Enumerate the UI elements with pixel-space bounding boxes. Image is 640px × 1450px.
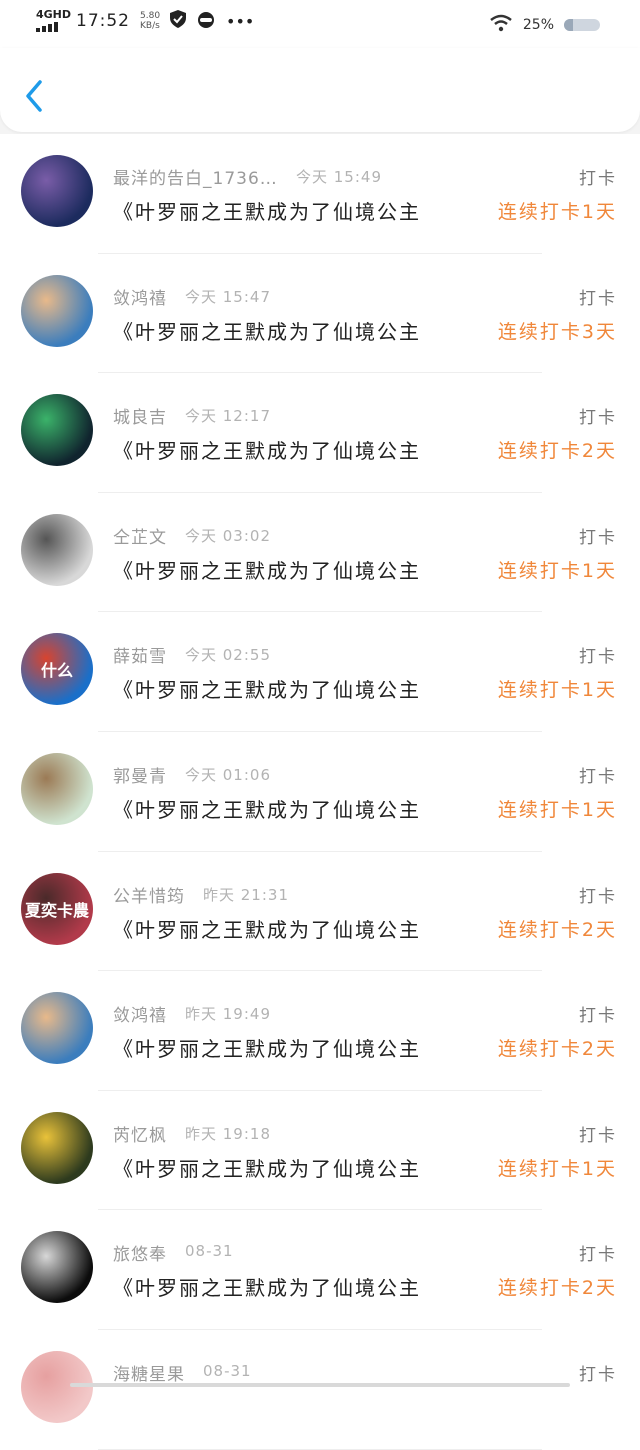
battery-percent: 25% — [522, 17, 554, 33]
post-time: 08-31 — [185, 1242, 234, 1261]
list-item[interactable]: 海糖星果 08-31 打卡 — [0, 1330, 640, 1450]
list-item[interactable]: 敛鸿禧 昨天 19:49 《叶罗丽之王默成为了仙境公主 打卡连续打卡2天 — [0, 971, 640, 1091]
post-title: 《叶罗丽之王默成为了仙境公主 — [113, 678, 421, 703]
checkin-tag: 打卡 — [579, 1125, 617, 1146]
streak-label: 连续打卡1天 — [497, 1157, 617, 1180]
list-item[interactable]: 什么 薛茹雪 今天 02:55 《叶罗丽之王默成为了仙境公主 打卡连续打卡1天 — [0, 612, 640, 732]
network-speed: 5.80 KB/s — [140, 11, 160, 31]
checkin-list: 最洋的告白_1736… 今天 15:49 《叶罗丽之王默成为了仙境公主 打卡 连续打卡1… — [0, 134, 640, 1450]
wifi-icon — [489, 14, 513, 36]
post-time: 昨天 21:31 — [203, 885, 289, 904]
network-indicator: 4GHD — [36, 8, 72, 32]
avatar[interactable] — [21, 1111, 93, 1184]
list-item[interactable]: 芮忆枫 昨天 19:18 《叶罗丽之王默成为了仙境公主 打卡连续打卡1天 — [0, 1091, 640, 1211]
post-title: 《叶罗丽之王默成为了仙境公主 — [113, 558, 421, 583]
user-name: 仝芷文 — [113, 527, 167, 548]
user-name: 城良吉 — [113, 408, 167, 429]
streak-label: 连续打卡1天 — [497, 559, 617, 582]
post-time: 今天 12:17 — [185, 407, 271, 426]
avatar-text: 什么 — [40, 661, 73, 681]
avatar[interactable] — [21, 752, 93, 825]
avatar[interactable] — [21, 513, 93, 586]
checkin-tag: 打卡 — [579, 886, 617, 907]
avatar[interactable]: 夏奕卡農 — [21, 872, 93, 945]
streak-label: 连续打卡1天 — [497, 798, 617, 821]
post-title: 《叶罗丽之王默成为了仙境公主 — [113, 319, 421, 344]
list-item[interactable]: 敛鸿禧 今天 15:47 《叶罗丽之王默成为了仙境公主 打卡连续打卡3天 — [0, 254, 640, 374]
checkin-tag: 打卡 — [579, 408, 617, 429]
clock: 17:52 — [76, 11, 130, 31]
post-title: 《叶罗丽之王默成为了仙境公主 — [113, 1156, 421, 1181]
post-title: 《叶罗丽之王默成为了仙境公主 — [113, 1037, 421, 1062]
checkin-tag: 打卡 — [579, 647, 617, 668]
list-item[interactable]: 郭曼青 今天 01:06 《叶罗丽之王默成为了仙境公主 打卡连续打卡1天 — [0, 732, 640, 852]
avatar[interactable] — [21, 274, 93, 347]
post-title: 《叶罗丽之王默成为了仙境公主 — [113, 797, 421, 822]
streak-label: 连续打卡1天 — [497, 201, 617, 223]
post-title: 《叶罗丽之王默成为了仙境公主 — [113, 1276, 421, 1301]
streak-label: 连续打卡2天 — [497, 918, 617, 941]
scroll-indicator — [70, 1383, 570, 1387]
checkin-tag: 打卡 — [579, 527, 617, 548]
shield-icon — [170, 10, 187, 32]
user-name: 敛鸿禧 — [113, 1006, 167, 1027]
user-name: 薛茹雪 — [113, 647, 167, 668]
list-item[interactable]: 最洋的告白_1736… 今天 15:49 《叶罗丽之王默成为了仙境公主 打卡连续打卡1… — [0, 134, 640, 254]
checkin-tag: 打卡 — [579, 1006, 617, 1027]
network-type: 4GHD — [36, 8, 72, 21]
divider — [98, 1448, 542, 1450]
post-title: 《叶罗丽之王默成为了仙境公主 — [113, 200, 421, 224]
post-time: 昨天 19:18 — [185, 1124, 271, 1143]
speed-unit: KB/s — [140, 21, 160, 31]
post-title: 《叶罗丽之王默成为了仙境公主 — [113, 917, 421, 942]
list-item[interactable]: 夏奕卡農 公羊惜筠 昨天 21:31 《叶罗丽之王默成为了仙境公主 打卡连续打卡2天 — [0, 852, 640, 972]
chevron-left-icon — [26, 80, 42, 112]
avatar[interactable] — [21, 1231, 93, 1304]
list-item[interactable]: 旅悠奉 08-31 《叶罗丽之王默成为了仙境公主 打卡连续打卡2天 — [0, 1210, 640, 1330]
post-title: 《叶罗丽之王默成为了仙境公主 — [113, 439, 421, 464]
post-time: 今天 01:06 — [185, 765, 271, 784]
back-button[interactable] — [18, 76, 50, 116]
streak-label: 连续打卡2天 — [497, 1277, 617, 1300]
user-name: 芮忆枫 — [113, 1125, 167, 1146]
battery-icon — [564, 19, 600, 31]
user-name: 公羊惜筠 — [113, 886, 185, 907]
avatar[interactable] — [21, 992, 93, 1065]
streak-label: 连续打卡2天 — [497, 440, 617, 463]
user-name: 海糖星果 — [113, 1364, 185, 1385]
user-name: 旅悠奉 — [113, 1245, 167, 1266]
checkin-tag: 打卡 — [579, 1245, 617, 1266]
checkin-tag: 打卡 — [579, 169, 617, 189]
streak-label: 连续打卡2天 — [497, 1038, 617, 1061]
post-time: 08-31 — [203, 1361, 252, 1380]
header — [0, 48, 640, 132]
more-icon: ••• — [226, 11, 255, 31]
user-name: 最洋的告白_1736… — [113, 169, 278, 189]
user-name: 敛鸿禧 — [113, 288, 167, 309]
avatar[interactable] — [21, 155, 93, 227]
checkin-tag: 打卡 — [579, 766, 617, 787]
avatar-text: 夏奕卡農 — [24, 900, 89, 920]
post-time: 昨天 19:49 — [185, 1005, 271, 1024]
post-time: 今天 02:55 — [185, 646, 271, 665]
status-bar: 4GHD 17:52 5.80 KB/s ••• 25% — [0, 0, 640, 48]
streak-label: 连续打卡3天 — [497, 320, 617, 343]
cat-icon — [196, 10, 216, 32]
list-item[interactable]: 城良吉 今天 12:17 《叶罗丽之王默成为了仙境公主 打卡连续打卡2天 — [0, 373, 640, 493]
user-name: 郭曼青 — [113, 766, 167, 787]
list-item[interactable]: 仝芷文 今天 03:02 《叶罗丽之王默成为了仙境公主 打卡连续打卡1天 — [0, 493, 640, 613]
post-time: 今天 15:49 — [296, 168, 382, 186]
streak-label: 连续打卡1天 — [497, 679, 617, 702]
avatar[interactable] — [21, 394, 93, 467]
post-time: 今天 15:47 — [185, 287, 271, 306]
post-time: 今天 03:02 — [185, 526, 271, 545]
checkin-tag: 打卡 — [579, 288, 617, 309]
avatar[interactable]: 什么 — [21, 633, 93, 706]
checkin-tag: 打卡 — [579, 1364, 617, 1385]
signal-icon — [36, 22, 66, 32]
speed-value: 5.80 — [140, 11, 161, 21]
